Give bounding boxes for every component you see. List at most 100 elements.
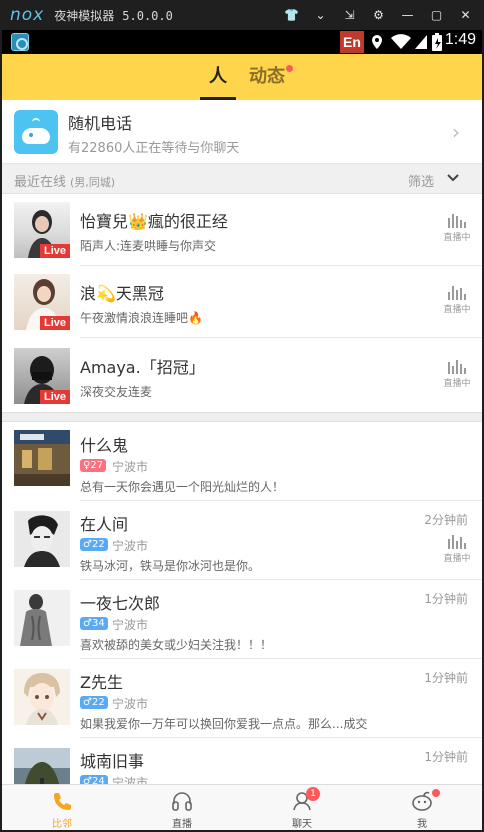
user-city: 宁波市	[112, 539, 149, 553]
chevron-down-icon[interactable]	[446, 169, 460, 189]
user-description: 陌声人:连麦哄睡与你声交	[80, 239, 217, 253]
live-user-row[interactable]: Live Amaya.「招冠」 深夜交友连麦 直播中	[2, 338, 482, 412]
wifi-icon	[391, 34, 411, 49]
whale-icon	[14, 110, 58, 154]
app-notification-icon	[11, 33, 29, 51]
user-city: 宁波市	[112, 460, 149, 474]
random-call-banner[interactable]: 随机电话 有22860人正在等待与你聊天 ›	[2, 100, 482, 164]
chat-unread-badge: 1	[306, 787, 320, 801]
live-indicator: 直播中	[442, 286, 472, 315]
user-row[interactable]: 一夜七次郎 ♂34 宁波市 喜欢被舔的美女或少妇关注我！！！ 1分钟前	[2, 580, 482, 659]
tab-people-label: 人	[209, 66, 227, 87]
input-method-indicator: En	[340, 31, 364, 53]
signal-icon	[415, 35, 427, 49]
user-row[interactable]: 城南旧事 ♂24 宁波市 1分钟前	[2, 738, 482, 784]
tab-moments-label: 动态	[249, 66, 285, 87]
audio-bars-icon	[442, 286, 472, 300]
user-name: 城南旧事	[80, 752, 145, 771]
live-user-row[interactable]: Live 怡寶兒👑瘋的很正经 陌声人:连麦哄睡与你声交 直播中	[2, 194, 482, 266]
user-row[interactable]: Z先生 ♂22 宁波市 如果我爱你一万年可以换回你爱我一点点。那么...成交 1…	[2, 659, 482, 738]
user-city: 宁波市	[112, 776, 149, 784]
random-call-title: 随机电话	[68, 114, 133, 133]
user-row[interactable]: 在人间 ♂22 宁波市 铁马冰河，铁马是你冰河也是你。 2分钟前 直播中	[2, 501, 482, 580]
live-badge: Live	[39, 316, 70, 330]
gear-icon[interactable]: ⚙	[364, 8, 393, 22]
location-icon	[372, 35, 382, 49]
audio-bars-icon	[442, 360, 472, 374]
live-badge: Live	[39, 244, 70, 258]
avatar: Live	[14, 202, 70, 258]
user-description: 深夜交友连麦	[80, 385, 153, 399]
bottom-navigation: 比邻 直播 1 聊天 我	[2, 784, 482, 830]
phone-screen: En 1:49 人 动态 随机电话 有22860人正在等待与你聊天 › 最近在线…	[2, 30, 482, 830]
live-badge: Live	[39, 390, 70, 404]
nox-logo: nox	[10, 5, 45, 25]
user-city: 宁波市	[112, 697, 149, 711]
tab-people[interactable]: 人	[200, 54, 236, 100]
user-description: 如果我爱你一万年可以换回你爱我一点点。那么...成交	[80, 717, 368, 731]
audio-bars-icon	[442, 214, 472, 228]
user-name: 一夜七次郎	[80, 594, 161, 613]
nav-me[interactable]: 我	[362, 785, 482, 830]
profile-icon	[412, 791, 432, 811]
filter-button[interactable]: 筛选	[408, 171, 434, 190]
last-online-time: 1分钟前	[424, 671, 468, 685]
section-title: 最近在线	[14, 175, 67, 190]
close-icon[interactable]: ✕	[451, 8, 480, 22]
phone-icon	[54, 793, 71, 810]
chevron-right-icon: ›	[452, 120, 460, 144]
user-row[interactable]: 什么鬼 ♀27 宁波市 总有一天你会遇见一个阳光灿烂的人！	[2, 422, 482, 501]
last-online-time: 1分钟前	[424, 592, 468, 606]
user-name: 浪💫天黑冠	[80, 284, 164, 303]
user-name: Z先生	[80, 673, 123, 692]
status-time: 1:49	[444, 31, 476, 48]
emulator-controls: 👕 ⌄ ⇲ ⚙ — ▢ ✕	[277, 0, 480, 30]
user-name: 怡寶兒👑瘋的很正经	[80, 212, 228, 231]
recent-online-header: 最近在线 (男,同城) 筛选	[2, 164, 482, 194]
nav-live[interactable]: 直播	[122, 785, 242, 830]
last-online-time: 2分钟前	[424, 513, 468, 527]
live-indicator: 直播中	[442, 535, 472, 564]
avatar	[14, 748, 70, 784]
avatar	[14, 430, 70, 486]
user-description: 午夜激情浪浪连睡吧🔥	[80, 311, 203, 325]
section-spacer	[2, 412, 482, 422]
last-online-time: 1分钟前	[424, 750, 468, 764]
user-description: 喜欢被舔的美女或少妇关注我！！！	[80, 638, 273, 652]
top-tab-bar: 人 动态	[2, 54, 482, 100]
avatar	[14, 511, 70, 567]
user-city: 宁波市	[112, 618, 149, 632]
live-user-row[interactable]: Live 浪💫天黑冠 午夜激情浪浪连睡吧🔥 直播中	[2, 266, 482, 338]
random-call-subtitle: 有22860人正在等待与你聊天	[68, 141, 240, 156]
gender-age-badge: ♂22	[80, 696, 108, 709]
user-description: 总有一天你会遇见一个阳光灿烂的人！	[80, 480, 285, 494]
shirt-icon[interactable]: 👕	[277, 8, 306, 22]
chevron-down-icon[interactable]: ⌄	[306, 8, 335, 22]
gender-age-badge: ♂34	[80, 617, 108, 630]
live-indicator: 直播中	[442, 214, 472, 243]
gender-age-badge: ♂22	[80, 538, 108, 551]
emulator-title-bar: nox 夜神模拟器 5.0.0.0 👕 ⌄ ⇲ ⚙ — ▢ ✕	[0, 0, 484, 30]
restore-icon[interactable]: ▢	[422, 8, 451, 22]
pin-icon[interactable]: ⇲	[335, 8, 364, 22]
nav-nearby[interactable]: 比邻	[2, 785, 122, 830]
headphones-icon	[172, 792, 192, 811]
audio-bars-icon	[442, 535, 472, 549]
avatar: Live	[14, 348, 70, 404]
user-name: Amaya.「招冠」	[80, 358, 205, 377]
gender-age-badge: ♂24	[80, 775, 108, 784]
avatar	[14, 590, 70, 646]
tab-moments[interactable]: 动态	[249, 54, 293, 100]
avatar	[14, 669, 70, 725]
nav-chat[interactable]: 1 聊天	[242, 785, 362, 830]
user-name: 在人间	[80, 515, 129, 534]
live-indicator: 直播中	[442, 360, 472, 389]
moments-notification-dot	[286, 65, 293, 72]
user-name: 什么鬼	[80, 436, 129, 455]
minimize-icon[interactable]: —	[393, 8, 422, 22]
gender-age-badge: ♀27	[80, 459, 107, 472]
avatar: Live	[14, 274, 70, 330]
profile-notification-dot	[432, 789, 440, 797]
section-subtitle: (男,同城)	[70, 176, 116, 189]
android-status-bar: En 1:49	[2, 30, 482, 54]
